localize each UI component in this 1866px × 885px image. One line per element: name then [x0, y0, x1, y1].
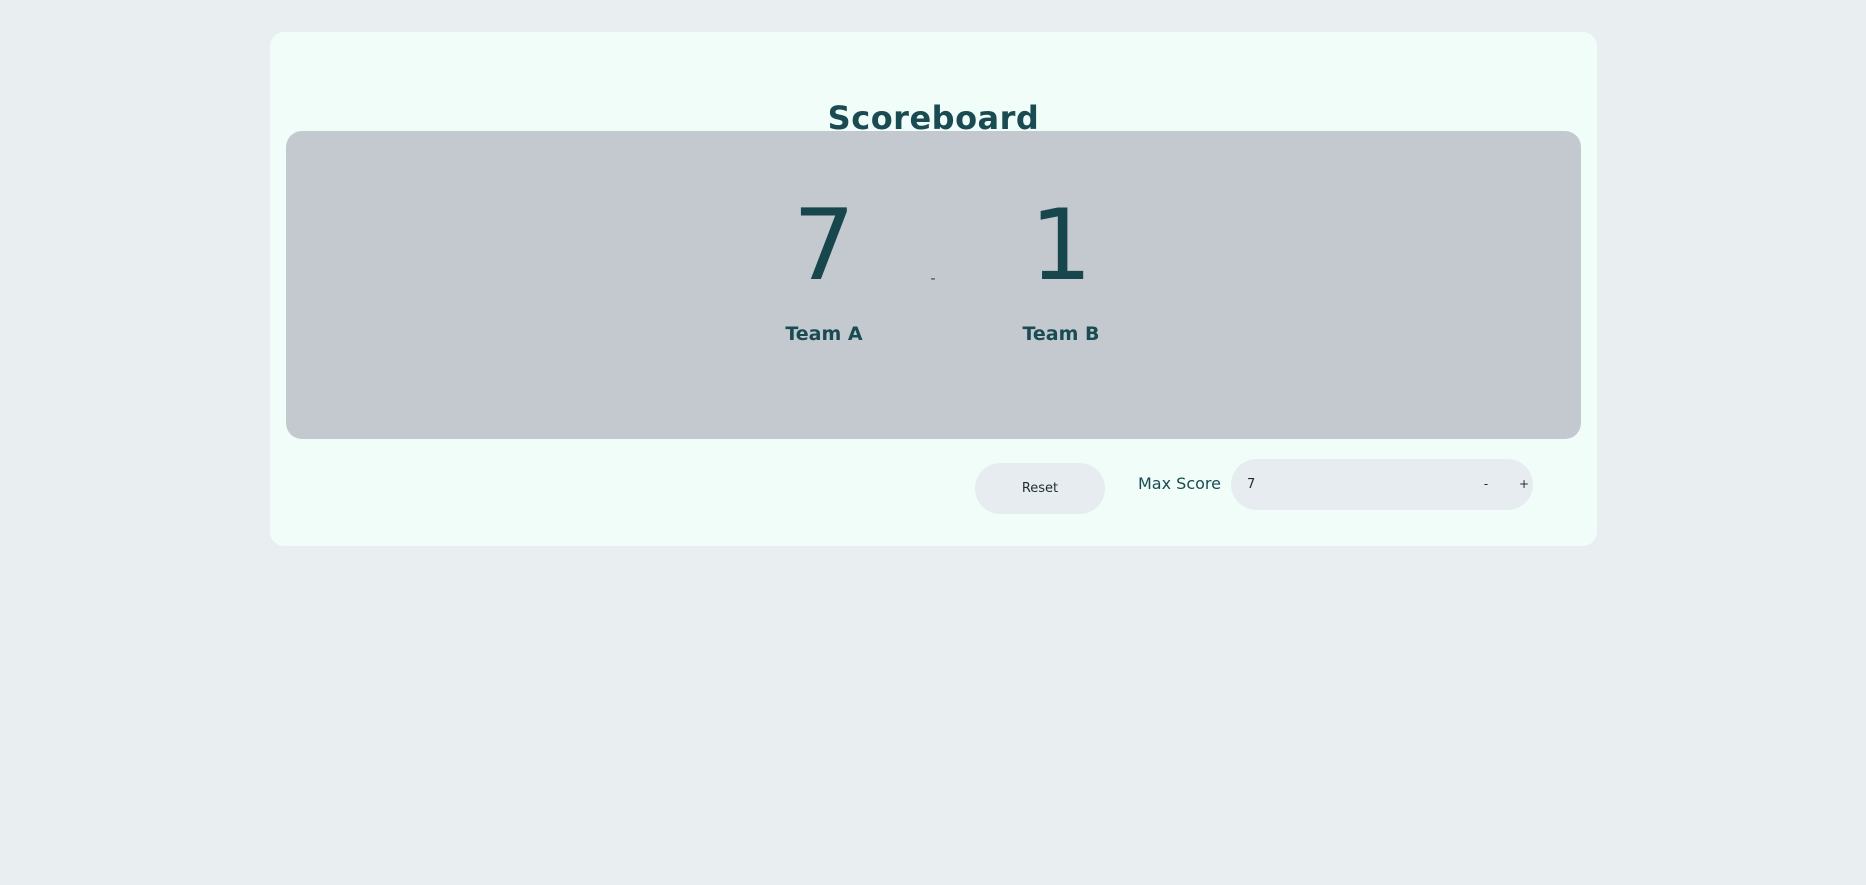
increment-button[interactable]: + [1512, 472, 1536, 496]
decrement-button[interactable]: - [1474, 472, 1498, 496]
page: { "title": "Scoreboard", "teams": [ {"na… [0, 0, 1866, 885]
reset-button[interactable]: Reset [975, 463, 1105, 514]
team-b-score: 1 [1029, 189, 1093, 303]
max-score-stepper: - + [1231, 459, 1533, 510]
max-score-label: Max Score [1138, 474, 1221, 493]
team-a-score: 7 [792, 189, 856, 303]
scoreboard-card: Scoreboard 7 Team A - 1 Team B Reset Max… [270, 32, 1597, 546]
score-separator: - [930, 271, 936, 287]
team-b-block: 1 Team B [971, 191, 1151, 345]
team-a-name: Team A [785, 323, 863, 345]
team-b-name: Team B [1022, 323, 1100, 345]
team-a-block: 7 Team A [734, 191, 914, 345]
score-display-panel: 7 Team A - 1 Team B [286, 131, 1581, 439]
max-score-input[interactable] [1247, 459, 1447, 510]
